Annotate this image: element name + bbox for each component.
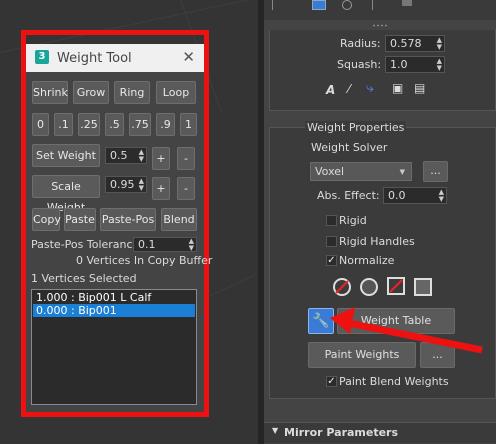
scale-weight-minus-button[interactable]: -	[177, 177, 195, 200]
bone-weight-list[interactable]: 1.000 : Bip001 L Calf 0.000 : Bip001	[31, 289, 197, 405]
weight-preset-05-button[interactable]: .5	[105, 113, 124, 136]
paste-pos-tolerance-spinner[interactable]: 0.1 ▲ ▼	[133, 237, 197, 252]
radius-value: 0.578	[390, 37, 422, 50]
weight-properties-title: Weight Properties	[305, 121, 407, 134]
paste-button[interactable]: Paste	[64, 208, 96, 231]
copy-envelope-icon[interactable]: ▣	[392, 81, 403, 95]
panel-toolbar	[264, 0, 496, 20]
font-a-icon[interactable]: A	[326, 83, 335, 97]
weight-solver-dropdown[interactable]: Voxel ▼	[310, 162, 412, 181]
chevron-right-icon: ▼	[272, 426, 279, 435]
paste-envelope-icon[interactable]: ▤	[414, 81, 425, 95]
close-icon[interactable]: ✕	[182, 49, 195, 65]
copy-buffer-status: 0 Vertices In Copy Buffer	[76, 254, 213, 267]
weight-preset-09-button[interactable]: .9	[156, 113, 175, 136]
set-weight-spinner[interactable]: 0.5 ▲ ▼	[105, 147, 147, 164]
list-item-selected[interactable]: 0.000 : Bip001	[33, 304, 195, 317]
paste-pos-tolerance-value: 0.1	[138, 238, 156, 251]
abs-effect-label: Abs. Effect:	[317, 189, 380, 202]
rigid-checkbox[interactable]	[326, 215, 337, 226]
pen-icon[interactable]: ⁄	[348, 82, 350, 96]
set-weight-minus-button[interactable]: -	[177, 147, 195, 170]
spinner-arrows-icon[interactable]: ▲ ▼	[139, 149, 144, 163]
solver-options-button[interactable]: ...	[423, 161, 448, 182]
radius-label: Radius:	[340, 37, 381, 50]
curve-icon[interactable]: ⤷	[366, 80, 374, 96]
weight-preset-0-button[interactable]: 0	[32, 113, 49, 136]
spinner-arrows-icon[interactable]: ▲ ▼	[437, 37, 442, 51]
copy-button[interactable]: Copy	[32, 208, 61, 231]
drag-handle-icon[interactable]	[372, 24, 388, 27]
mirror-parameters-rollout-header[interactable]: ▼ Mirror Parameters	[264, 422, 496, 443]
chevron-down-icon: ▼	[399, 168, 405, 176]
normalize-checkbox[interactable]: ✓	[326, 255, 337, 266]
rigid-handles-checkbox[interactable]	[326, 236, 337, 247]
bake-weights-icon[interactable]	[414, 278, 432, 296]
paint-options-button[interactable]: ...	[420, 342, 455, 368]
include-verts-icon[interactable]	[360, 278, 378, 296]
rigid-handles-label: Rigid Handles	[339, 235, 415, 248]
paste-pos-tolerance-label: Paste-Pos Tolerance	[31, 238, 140, 251]
exclude-verts-icon[interactable]	[333, 278, 351, 296]
weight-tool-button[interactable]: 🔧	[308, 308, 334, 334]
list-item[interactable]: 1.000 : Bip001 L Calf	[33, 291, 195, 304]
spinner-arrows-icon[interactable]: ▲ ▼	[139, 178, 144, 192]
rigid-label: Rigid	[339, 214, 367, 227]
command-panel: Radius: 0.578 ▲ ▼ Squash: 1.0 ▲ ▼ A ⁄ ⤷ ▣ …	[264, 0, 496, 444]
ring-button[interactable]: Ring	[114, 81, 150, 104]
normalize-label: Normalize	[339, 254, 395, 267]
abs-effect-value: 0.0	[388, 189, 406, 202]
max-logo-icon: 3	[35, 50, 49, 64]
loop-button[interactable]: Loop	[156, 81, 196, 104]
paint-blend-weights-label: Paint Blend Weights	[339, 375, 449, 388]
select-excluded-icon[interactable]	[387, 277, 405, 295]
blend-button[interactable]: Blend	[161, 208, 197, 231]
spinner-arrows-icon[interactable]: ▲ ▼	[439, 189, 444, 203]
wrench-icon: 🔧	[312, 313, 330, 329]
spinner-arrows-icon[interactable]: ▲ ▼	[437, 58, 442, 72]
weight-preset-01-button[interactable]: .1	[54, 113, 73, 136]
scale-weight-spinner[interactable]: 0.95 ▲ ▼	[105, 176, 147, 193]
weight-preset-075-button[interactable]: .75	[129, 113, 151, 136]
set-weight-plus-button[interactable]: +	[152, 147, 170, 170]
toolbar-icon[interactable]	[272, 0, 283, 10]
weight-preset-1-button[interactable]: 1	[180, 113, 197, 136]
paint-blend-weights-checkbox[interactable]: ✓	[326, 376, 337, 387]
weight-tool-window: 3 Weight Tool ✕ Shrink Grow Ring Loop 0 …	[26, 44, 212, 412]
squash-spinner[interactable]: 1.0 ▲ ▼	[385, 56, 445, 73]
weight-properties-rollout: Weight Properties Weight Solver Voxel ▼ …	[269, 121, 496, 399]
weight-table-button[interactable]: Weight Table	[337, 308, 455, 334]
spinner-arrows-icon[interactable]: ▲ ▼	[189, 238, 194, 252]
weight-solver-label: Weight Solver	[311, 141, 388, 154]
toolbar-icon[interactable]	[372, 0, 383, 10]
shrink-button[interactable]: Shrink	[32, 81, 68, 104]
modify-panel-icon[interactable]	[312, 0, 326, 10]
solver-value: Voxel	[315, 165, 345, 178]
set-weight-button[interactable]: Set Weight	[32, 144, 100, 167]
squash-value: 1.0	[390, 58, 408, 71]
toolbar-icon[interactable]	[402, 0, 412, 6]
vertices-selected-status: 1 Vertices Selected	[31, 272, 137, 285]
paint-weights-button[interactable]: Paint Weights	[308, 342, 416, 368]
abs-effect-spinner[interactable]: 0.0 ▲ ▼	[383, 187, 447, 204]
grow-button[interactable]: Grow	[73, 81, 109, 104]
mirror-parameters-label: Mirror Parameters	[284, 426, 399, 439]
set-weight-value: 0.5	[110, 149, 128, 162]
radius-spinner[interactable]: 0.578 ▲ ▼	[385, 35, 445, 52]
weight-preset-025-button[interactable]: .25	[78, 113, 100, 136]
scale-weight-value: 0.95	[110, 178, 135, 191]
paste-pos-button[interactable]: Paste-Pos	[100, 208, 156, 231]
weight-tool-titlebar[interactable]: 3 Weight Tool ✕	[26, 44, 204, 72]
scale-weight-plus-button[interactable]: +	[152, 177, 170, 200]
window-title: Weight Tool	[57, 51, 132, 66]
envelope-rollout: Radius: 0.578 ▲ ▼ Squash: 1.0 ▲ ▼ A ⁄ ⤷ ▣ …	[269, 30, 496, 111]
squash-label: Squash:	[337, 58, 382, 71]
scale-weight-button[interactable]: Scale Weight	[32, 175, 100, 214]
toolbar-icon[interactable]	[342, 0, 352, 10]
